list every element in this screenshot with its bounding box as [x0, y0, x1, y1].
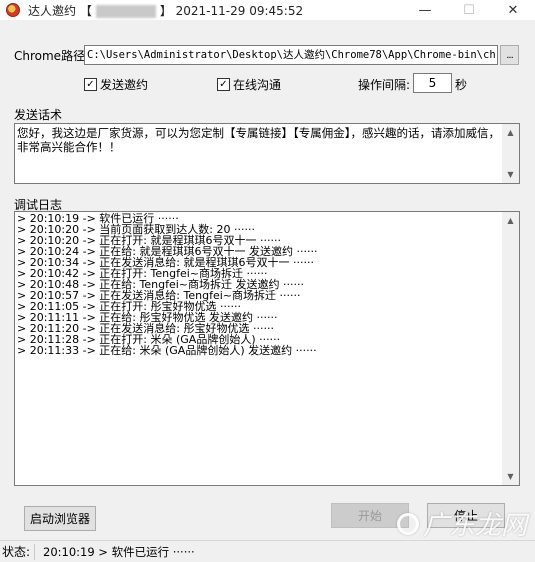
close-button[interactable]: ✕: [491, 0, 535, 20]
log-scrollbar[interactable]: ▲ ▼: [502, 212, 519, 485]
log-line: > 20:11:33 -> 正在给: 米朵 (GA品牌创始人) 发送邀约 ···…: [17, 344, 317, 357]
status-text: 20:10:19 > 软件已运行 ······: [43, 544, 195, 559]
window-title: 达人邀约 【 】 2021-11-29 09:45:52: [28, 2, 303, 19]
message-textarea[interactable]: 您好，我这边是厂家货源，可以为您定制【专属链接】【专属佣金】，感兴趣的话，请添加…: [14, 123, 520, 184]
send-invite-checkbox[interactable]: ✓ 发送邀约: [84, 76, 148, 93]
checkmark-icon: ✓: [217, 78, 230, 91]
window-title-prefix: 达人邀约 【: [28, 3, 92, 18]
window-title-suffix: 】 2021-11-29 09:45:52: [159, 3, 304, 18]
log-textarea[interactable]: > 20:10:19 -> 软件已运行 ······ > 20:10:20 -> …: [14, 211, 520, 486]
redacted-blur: [95, 4, 156, 18]
minimize-button[interactable]: —: [403, 0, 447, 20]
chrome-path-row: Chrome路径: C:\Users\Administrator\Desktop…: [14, 44, 519, 66]
checkmark-icon: ✓: [84, 78, 97, 91]
send-invite-label: 发送邀约: [100, 78, 149, 92]
chrome-path-input[interactable]: C:\Users\Administrator\Desktop\达人邀约\Chro…: [84, 45, 498, 65]
status-bar: 状态: 20:10:19 > 软件已运行 ······: [0, 540, 535, 562]
options-row: ✓ 发送邀约 ✓ 在线沟通 操作间隔: 5 秒: [0, 72, 535, 94]
stop-button[interactable]: 停止: [427, 503, 505, 528]
online-chat-label: 在线沟通: [233, 78, 282, 92]
browse-button[interactable]: ...: [500, 45, 519, 65]
chrome-path-label: Chrome路径:: [14, 48, 90, 63]
start-button[interactable]: 开始: [331, 503, 409, 528]
interval-unit: 秒: [455, 78, 468, 92]
online-chat-checkbox[interactable]: ✓ 在线沟通: [217, 76, 281, 93]
message-text: 您好，我这边是厂家货源，可以为您定制【专属链接】【专属佣金】，感兴趣的话，请添加…: [17, 126, 500, 154]
status-divider: [34, 543, 35, 560]
log-lines: > 20:10:19 -> 软件已运行 ······ > 20:10:20 -> …: [17, 213, 501, 356]
scroll-down-icon[interactable]: ▼: [502, 468, 519, 485]
scroll-up-icon[interactable]: ▲: [502, 124, 519, 141]
maximize-button: ☐: [463, 2, 475, 18]
message-scrollbar[interactable]: ▲ ▼: [502, 124, 519, 183]
interval-label: 操作间隔:: [358, 78, 411, 92]
launch-browser-button[interactable]: 启动浏览器: [24, 506, 96, 531]
interval-input[interactable]: 5: [413, 73, 452, 93]
status-label: 状态:: [2, 545, 31, 559]
message-section-title: 发送话术: [14, 108, 63, 122]
title-bar: 达人邀约 【 】 2021-11-29 09:45:52 — ☐ ✕: [0, 0, 535, 20]
scroll-up-icon[interactable]: ▲: [502, 212, 519, 229]
window-controls: — ☐ ✕: [403, 0, 535, 20]
app-icon: [6, 3, 20, 17]
scroll-down-icon[interactable]: ▼: [502, 166, 519, 183]
